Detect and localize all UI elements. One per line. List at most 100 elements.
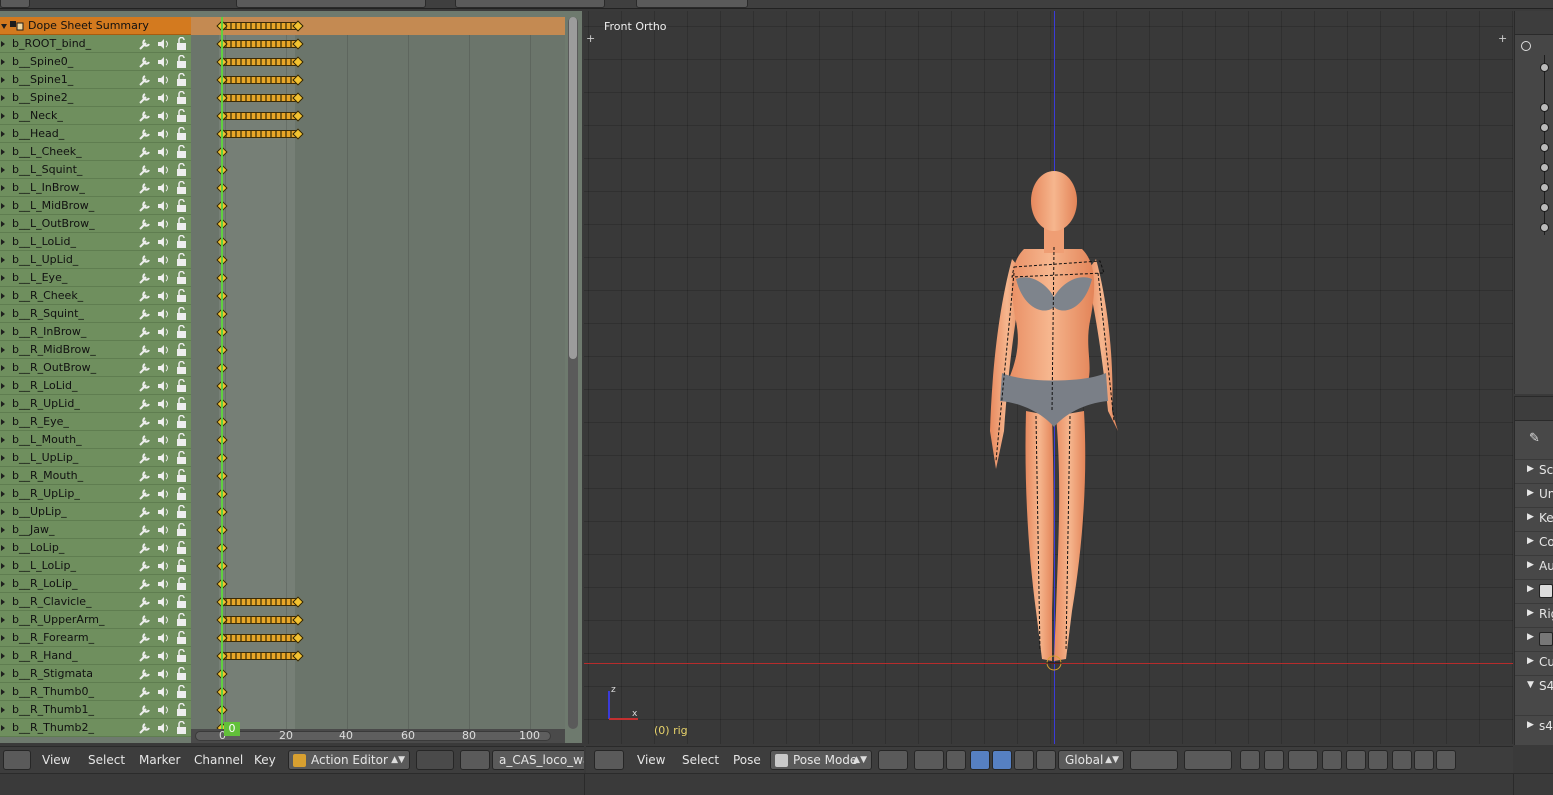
speaker-icon[interactable] (156, 307, 170, 321)
editor-type-button[interactable] (3, 750, 31, 770)
speaker-icon[interactable] (156, 685, 170, 699)
panel-scene[interactable]: ▶ Sc (1515, 459, 1553, 482)
channel-row[interactable]: b__Spine1_ (0, 71, 191, 89)
channel-row[interactable]: b__R_LoLip_ (0, 575, 191, 593)
lock-icon[interactable] (174, 469, 188, 483)
proportional-edit-icon[interactable] (1264, 750, 1284, 770)
speaker-icon[interactable] (156, 379, 170, 393)
lock-icon[interactable] (174, 451, 188, 465)
keyframe-hold-bar[interactable] (221, 22, 299, 30)
snap-button[interactable] (1288, 750, 1318, 770)
lock-icon[interactable] (174, 307, 188, 321)
panel-s4s[interactable]: ▶s4s (1515, 715, 1553, 738)
wrench-icon[interactable] (138, 487, 152, 501)
rotate-manipulator-icon[interactable] (992, 750, 1012, 770)
channel-row[interactable]: b__R_Forearm_ (0, 629, 191, 647)
expand-triangle-icon[interactable] (1, 707, 5, 713)
expand-triangle-icon[interactable] (1, 617, 5, 623)
channel-row[interactable]: b__L_MidBrow_ (0, 197, 191, 215)
speaker-icon[interactable] (156, 199, 170, 213)
lock-icon[interactable] (174, 595, 188, 609)
expand-triangle-icon[interactable] (1, 473, 5, 479)
editor-type-button[interactable] (594, 750, 624, 770)
speaker-icon[interactable] (156, 721, 170, 735)
channel-row[interactable]: b__R_MidBrow_ (0, 341, 191, 359)
lock-icon[interactable] (174, 289, 188, 303)
panel-audio[interactable]: ▶Au (1515, 555, 1553, 578)
wrench-icon[interactable] (138, 163, 152, 177)
speaker-icon[interactable] (156, 433, 170, 447)
speaker-icon[interactable] (156, 487, 170, 501)
speaker-icon[interactable] (156, 649, 170, 663)
expand-triangle-icon[interactable] (1, 581, 5, 587)
panel-toggle-row[interactable]: ▶ (1515, 627, 1553, 650)
speaker-icon[interactable] (156, 163, 170, 177)
lock-icon[interactable] (174, 235, 188, 249)
speaker-icon[interactable] (156, 181, 170, 195)
channel-row[interactable]: b__R_InBrow_ (0, 323, 191, 341)
channel-row[interactable]: b__L_LoLid_ (0, 233, 191, 251)
lock-icon[interactable] (174, 217, 188, 231)
channel-row[interactable]: b__R_Hand_ (0, 647, 191, 665)
wrench-icon[interactable] (138, 451, 152, 465)
expand-triangle-icon[interactable] (1, 59, 5, 65)
manipulator-toggle[interactable] (946, 750, 966, 770)
action-name-field[interactable]: a_CAS_loco_walk (492, 750, 584, 770)
wrench-icon[interactable] (138, 379, 152, 393)
wrench-icon[interactable] (138, 667, 152, 681)
lock-icon[interactable] (174, 577, 188, 591)
wrench-icon[interactable] (138, 415, 152, 429)
panel-color[interactable]: ▶Co (1515, 531, 1553, 554)
channel-row[interactable]: b__R_UpperArm_ (0, 611, 191, 629)
speaker-icon[interactable] (156, 523, 170, 537)
wrench-icon[interactable] (138, 577, 152, 591)
speaker-icon[interactable] (156, 289, 170, 303)
expand-triangle-icon[interactable] (1, 275, 5, 281)
panel-checkbox-row[interactable]: ▶ (1515, 579, 1553, 602)
speaker-icon[interactable] (156, 577, 170, 591)
speaker-icon[interactable] (156, 253, 170, 267)
expand-triangle-icon[interactable] (1, 383, 5, 389)
lock-icon[interactable] (174, 649, 188, 663)
keyframe-hold-bar[interactable] (221, 94, 299, 102)
channel-row[interactable]: b__Head_ (0, 125, 191, 143)
character-model[interactable] (584, 11, 1513, 744)
wrench-icon[interactable] (138, 55, 152, 69)
wrench-icon[interactable] (138, 541, 152, 555)
expand-triangle-icon[interactable] (1, 653, 5, 659)
channel-row[interactable]: b__Jaw_ (0, 521, 191, 539)
expand-triangle-icon[interactable] (1, 563, 5, 569)
expand-triangle-icon[interactable] (1, 491, 5, 497)
lock-icon[interactable] (174, 181, 188, 195)
keyframe-hold-bar[interactable] (221, 616, 299, 624)
speaker-icon[interactable] (156, 703, 170, 717)
speaker-icon[interactable] (156, 595, 170, 609)
mode-selector[interactable]: Action Editor ▲▼ (288, 750, 410, 770)
wrench-icon[interactable] (138, 307, 152, 321)
keyframe-hold-bar[interactable] (221, 76, 299, 84)
interaction-mode-selector[interactable]: Pose Mode ▲▼ (770, 750, 872, 770)
bone-icon[interactable] (1036, 750, 1056, 770)
wrench-icon[interactable] (138, 325, 152, 339)
channel-row[interactable]: b__UpLip_ (0, 503, 191, 521)
expand-triangle-icon[interactable] (1, 401, 5, 407)
lock-icon[interactable] (174, 541, 188, 555)
speaker-icon[interactable] (156, 37, 170, 51)
wrench-icon[interactable] (138, 469, 152, 483)
keyframe-hold-bar[interactable] (221, 58, 299, 66)
speaker-icon[interactable] (156, 361, 170, 375)
expand-triangle-icon[interactable] (1, 689, 5, 695)
menu-channel[interactable]: Channel (194, 753, 243, 767)
speaker-icon[interactable] (156, 91, 170, 105)
speaker-icon[interactable] (156, 451, 170, 465)
lock-icon[interactable] (174, 37, 188, 51)
tree-node-icon[interactable] (1540, 63, 1549, 72)
panel-keying[interactable]: ▶ Ke (1515, 507, 1553, 530)
dope-vertical-scrollbar[interactable] (568, 17, 578, 729)
expand-triangle-icon[interactable] (1, 131, 5, 137)
lock-icon[interactable] (174, 613, 188, 627)
expand-triangle-icon[interactable] (1, 41, 5, 47)
render-anim-icon[interactable] (1368, 750, 1388, 770)
scale-manipulator-icon[interactable] (1014, 750, 1034, 770)
paste-flipped-pose-icon[interactable] (1436, 750, 1456, 770)
